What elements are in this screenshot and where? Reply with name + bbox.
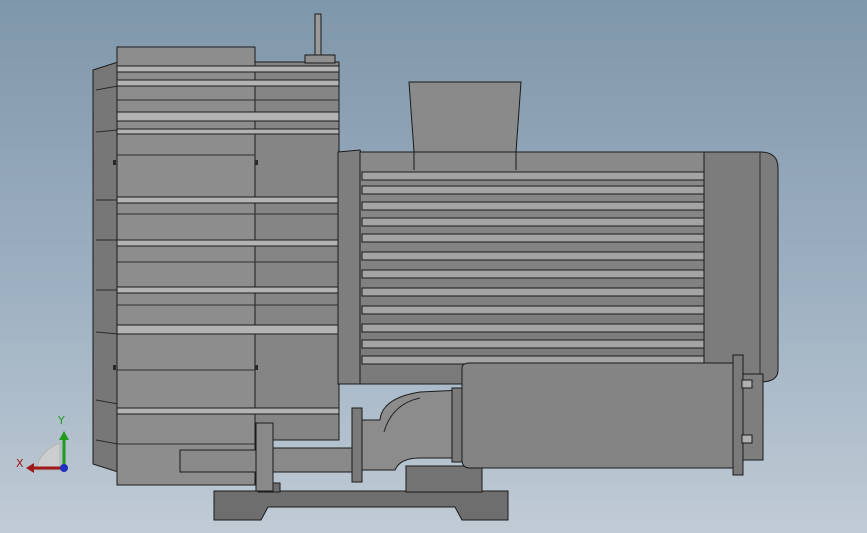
blower-housing — [92, 13, 340, 486]
side-channel-blower-model[interactable] — [0, 0, 867, 533]
motor-body — [359, 151, 779, 385]
triad-y-label: Y — [58, 414, 65, 427]
triad-x-label: X — [16, 457, 24, 470]
graphics-viewport[interactable]: X Y — [0, 0, 867, 533]
silencer — [461, 354, 764, 476]
coordinate-triad — [26, 431, 69, 473]
mounting-post — [255, 422, 274, 492]
